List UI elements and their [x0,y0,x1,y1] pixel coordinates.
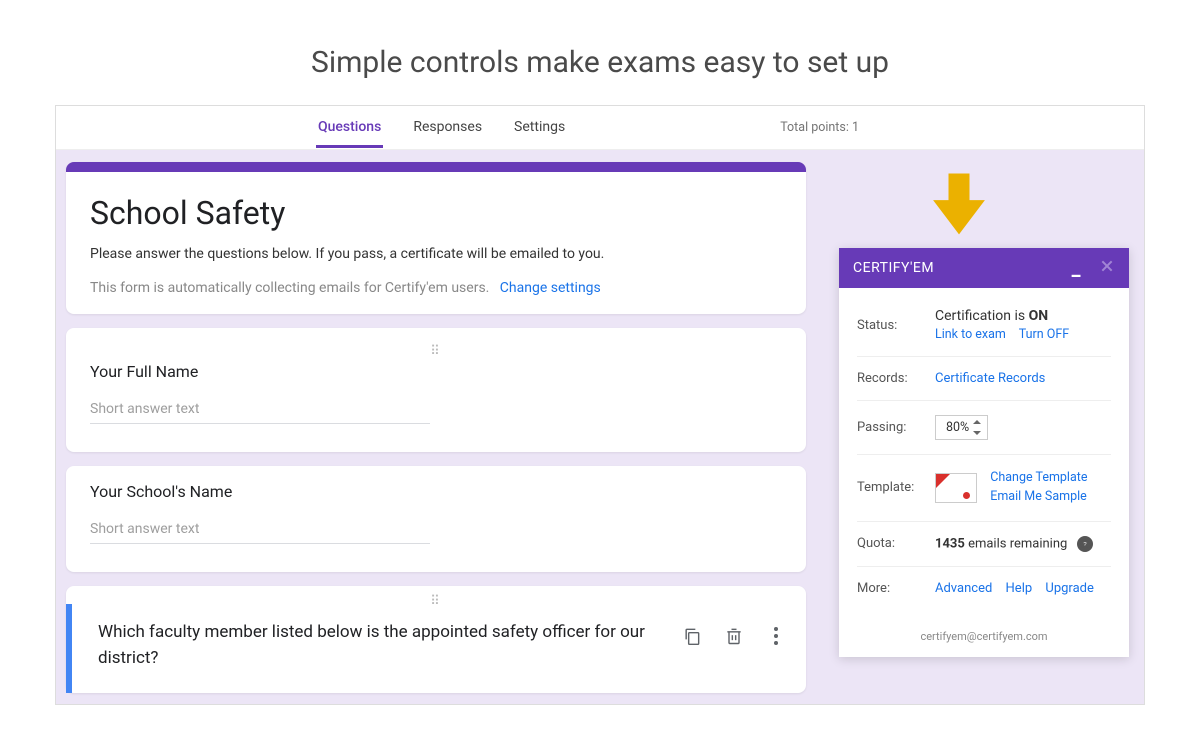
total-points: Total points: 1 [780,120,859,135]
more-label: More: [857,581,935,596]
template-thumbnail[interactable] [935,473,977,503]
tab-settings[interactable]: Settings [512,107,567,148]
turn-off-link[interactable]: Turn OFF [1019,327,1069,342]
drag-handle-icon[interactable]: ⠿ [90,344,782,356]
records-label: Records: [857,371,935,386]
status-prefix: Certification is [935,308,1029,324]
panel-footer-email: certifyem@certifyem.com [839,620,1129,657]
form-canvas: School Safety Please answer the question… [56,150,1144,704]
question-actions [682,620,786,646]
question-card-name[interactable]: ⠿ Your Full Name Short answer text [66,328,806,452]
row-records: Records: Certificate Records [857,357,1111,401]
passing-label: Passing: [857,420,935,435]
change-settings-link[interactable]: Change settings [500,280,601,296]
quota-text: emails remaining [965,536,1067,551]
certifyem-panel: CERTIFY'EM _ Status: Certification is ON [839,248,1129,657]
email-collection-notice: This form is automatically collecting em… [90,280,782,296]
minimize-icon[interactable]: _ [1072,263,1081,273]
tab-bar: Questions Responses Settings Total point… [56,106,1144,150]
link-to-exam[interactable]: Link to exam [935,327,1006,342]
help-icon[interactable]: ? [1077,536,1093,552]
tabs: Questions Responses Settings [316,107,567,148]
short-answer-placeholder: Short answer text [90,521,430,544]
question-text[interactable]: Which faculty member listed below is the… [98,620,682,671]
tab-responses[interactable]: Responses [411,107,484,148]
tab-questions[interactable]: Questions [316,107,383,148]
certificate-records-link[interactable]: Certificate Records [935,371,1045,386]
upgrade-link[interactable]: Upgrade [1045,581,1093,596]
panel-title: CERTIFY'EM [853,260,934,276]
question-label[interactable]: Your Full Name [90,362,782,381]
drag-handle-icon[interactable]: ⠿ [66,586,806,598]
question-card-selected[interactable]: ⠿ Which faculty member listed below is t… [66,586,806,693]
status-on: ON [1029,308,1049,324]
row-status: Status: Certification is ON Link to exam… [857,294,1111,357]
advanced-link[interactable]: Advanced [935,581,992,596]
row-passing: Passing: 80% [857,401,1111,455]
question-card-school[interactable]: Your School's Name Short answer text [66,466,806,572]
row-more: More: Advanced Help Upgrade [857,567,1111,610]
more-options-icon[interactable] [766,626,786,646]
panel-body: Status: Certification is ON Link to exam… [839,288,1129,620]
duplicate-icon[interactable] [682,626,702,646]
question-label[interactable]: Your School's Name [90,482,782,501]
quota-label: Quota: [857,536,935,551]
change-template-link[interactable]: Change Template [990,470,1087,485]
row-template: Template: Change Template Email Me Sampl… [857,455,1111,522]
form-header-card[interactable]: School Safety Please answer the question… [66,162,806,314]
template-label: Template: [857,480,935,495]
status-label: Status: [857,318,935,333]
delete-icon[interactable] [724,626,744,646]
status-value: Certification is ON [935,308,1111,324]
arrow-down-icon [924,170,994,240]
app-frame: Questions Responses Settings Total point… [55,105,1145,705]
form-description[interactable]: Please answer the questions below. If yo… [90,246,782,262]
row-quota: Quota: 1435 emails remaining ? [857,522,1111,567]
page-heading: Simple controls make exams easy to set u… [0,0,1200,105]
help-link[interactable]: Help [1006,581,1033,596]
panel-header: CERTIFY'EM _ [839,248,1129,288]
form-title[interactable]: School Safety [90,194,782,232]
collect-text: This form is automatically collecting em… [90,280,489,296]
email-sample-link[interactable]: Email Me Sample [990,489,1087,504]
form-column: School Safety Please answer the question… [66,162,806,693]
quota-count: 1435 [935,536,965,551]
close-icon[interactable] [1099,258,1115,278]
short-answer-placeholder: Short answer text [90,401,430,424]
passing-select[interactable]: 80% [935,415,988,440]
